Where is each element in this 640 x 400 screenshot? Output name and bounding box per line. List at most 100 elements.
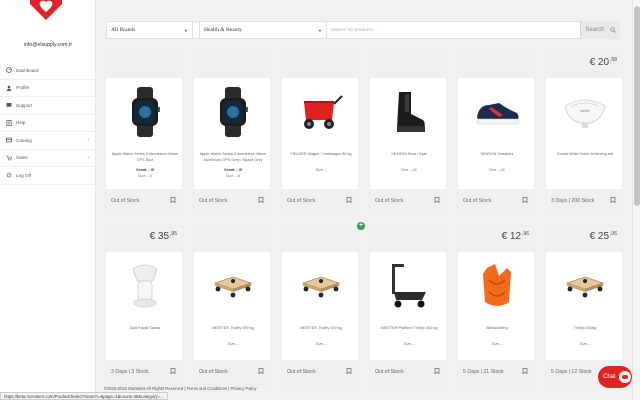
- product-card[interactable]: MEISTER Platform Trolley 300 kg Size – Out…: [369, 225, 447, 385]
- page-scrollbar[interactable]: [632, 0, 640, 400]
- price-value: € 35: [149, 231, 170, 242]
- card-footer: Out of Stock: [370, 189, 446, 213]
- sidebar-item-dashboard[interactable]: Dashboard: [0, 62, 96, 80]
- search-button[interactable]: Search: [580, 21, 620, 39]
- product-image[interactable]: [384, 258, 434, 314]
- card-header: € 25,06: [546, 226, 622, 252]
- product-image[interactable]: [384, 84, 434, 140]
- sidebar-item-label: Sales: [16, 155, 28, 161]
- caret-down-icon: ▼: [184, 27, 188, 33]
- bookmark-icon[interactable]: [258, 197, 264, 203]
- price-value: € 20: [589, 57, 610, 68]
- brand-select[interactable]: All Brands ▼: [107, 22, 193, 38]
- sidebar-item-label: Help: [16, 120, 26, 126]
- search-input[interactable]: [327, 22, 580, 38]
- chat-button[interactable]: Chat: [598, 366, 632, 388]
- card-header: € 12,96: [458, 226, 534, 252]
- sidebar-item-profile[interactable]: Profile: [0, 80, 96, 97]
- product-description: MEISTER Trolley 200 kg: [300, 326, 342, 330]
- card-footer: Out of Stock: [282, 360, 358, 384]
- price-cents: ,06: [610, 231, 617, 237]
- price-value: € 25: [589, 231, 610, 242]
- stock-status: 3 Days | 200 Stock: [551, 198, 595, 204]
- product-size: Size –: [227, 342, 239, 346]
- price-cents: ,95: [170, 231, 177, 237]
- sidebar-item-catalog[interactable]: Catalog ›: [0, 132, 96, 150]
- product-card[interactable]: € 12,96 Behandeling Size – 5 Days | 21 Stoc…: [457, 225, 535, 385]
- category-select[interactable]: Health & Beauty ▼: [199, 22, 327, 38]
- product-card[interactable]: € 20,58 white Dental White Teeth Whitening…: [545, 51, 623, 214]
- product-image[interactable]: [472, 258, 522, 314]
- product-description: Apple Watch Series 5 Aluminium 40mm Alum…: [199, 152, 267, 162]
- product-image[interactable]: [296, 84, 346, 140]
- scrollbar-thumb[interactable]: [634, 6, 640, 206]
- sidebar-item-label: Catalog: [16, 137, 32, 143]
- product-image[interactable]: [208, 258, 258, 314]
- card-footer: 3 Days | 200 Stock: [546, 189, 622, 213]
- card-header: [194, 226, 270, 252]
- bookmark-icon[interactable]: [346, 368, 352, 374]
- product-card[interactable]: € 35,95 Zuid Facial Sauna 3 Days | 3 Stock: [105, 225, 183, 385]
- stock-status: 5 Days | 21 Stock: [463, 369, 504, 375]
- product-image[interactable]: white: [560, 84, 610, 140]
- product-card[interactable]: Apple Watch Series 5 Aluminium 40mm Alum…: [193, 51, 271, 214]
- card-header: [370, 52, 446, 78]
- sidebar-item-support[interactable]: Support: [0, 97, 96, 115]
- product-size: Size –: [579, 342, 591, 346]
- product-size: Size – 40: [489, 168, 505, 172]
- bookmark-icon[interactable]: [522, 368, 528, 374]
- product-description: Apple Watch Series 5 Aluminium 44mm GPS …: [111, 152, 179, 162]
- product-description: Zuid Facial Sauna: [129, 326, 161, 330]
- product-size: Size –: [403, 342, 415, 346]
- product-price: € 35,95: [150, 231, 177, 242]
- sidebar-item-sales[interactable]: Sales ›: [0, 150, 96, 167]
- product-description: MEISTER Trolley 250 kg: [212, 326, 254, 330]
- card-header: [282, 52, 358, 78]
- caret-down-icon: ▼: [318, 27, 322, 33]
- card-header: [106, 52, 182, 78]
- sidebar-item-help[interactable]: Help: [0, 115, 96, 132]
- catalog-icon: [6, 137, 12, 143]
- footer-copyright: ©2016-2022 Monsters All Rights Reserved …: [104, 386, 257, 391]
- sidebar-item-logoff[interactable]: Log Off: [0, 167, 96, 185]
- browser-status-url: https://beta.monsters.com/Product/Select…: [0, 392, 168, 400]
- product-card[interactable]: € 25,06 Trolley 200kg Size – 5 Days | 12 St…: [545, 225, 623, 385]
- card-header: € 35,95: [106, 226, 182, 252]
- product-card[interactable]: FIELDER Wagon / Yardwagon 80 kg Size – Out…: [281, 51, 359, 214]
- product-card[interactable]: MEISTER Trolley 250 kg Size – Out of Stock: [193, 225, 271, 385]
- bookmark-icon[interactable]: [434, 368, 440, 374]
- stock-status: Out of Stock: [375, 369, 404, 375]
- product-description: Dental White Teeth Whitening set: [556, 152, 614, 156]
- bookmark-icon[interactable]: [258, 368, 264, 374]
- search-button-label: Search: [585, 27, 605, 33]
- product-card[interactable]: MEISTER Trolley 200 kg Size – Out of Stock: [281, 225, 359, 385]
- product-image[interactable]: [472, 84, 522, 140]
- product-image[interactable]: [208, 84, 258, 140]
- product-image[interactable]: [560, 258, 610, 314]
- product-card[interactable]: Apple Watch Series 5 Aluminium 44mm GPS …: [105, 51, 183, 214]
- product-description: SEASON Boot / Sale: [391, 152, 427, 156]
- product-card[interactable]: SEASON Boot / Sale Size – 40 Out of Stock: [369, 51, 447, 214]
- product-image[interactable]: [296, 258, 346, 314]
- heart-logo-icon[interactable]: [24, 0, 68, 20]
- bookmark-icon[interactable]: [610, 197, 616, 203]
- card-header: [194, 52, 270, 78]
- product-image[interactable]: [120, 84, 170, 140]
- product-card[interactable]: SEASON Sneakers Size – 40 Out of Stock: [457, 51, 535, 214]
- bookmark-icon[interactable]: [346, 197, 352, 203]
- stock-status: Out of Stock: [111, 198, 140, 204]
- bookmark-icon[interactable]: [170, 197, 176, 203]
- sidebar-item-label: Support: [16, 102, 33, 108]
- card-header: [458, 52, 534, 78]
- card-header: [282, 226, 358, 252]
- bookmark-icon[interactable]: [170, 368, 176, 374]
- bookmark-icon[interactable]: [434, 197, 440, 203]
- sidebar-item-label: Log Off: [16, 172, 31, 178]
- bookmark-icon[interactable]: [522, 197, 528, 203]
- product-image[interactable]: [120, 258, 170, 314]
- sidebar: info@elsupply.com.tr Dashboard Profile S…: [0, 0, 96, 400]
- add-badge-icon[interactable]: +: [357, 222, 365, 230]
- product-grade: Grade – B: [224, 168, 242, 172]
- product-size: Size – S: [137, 174, 153, 178]
- price-value: € 12: [501, 231, 522, 242]
